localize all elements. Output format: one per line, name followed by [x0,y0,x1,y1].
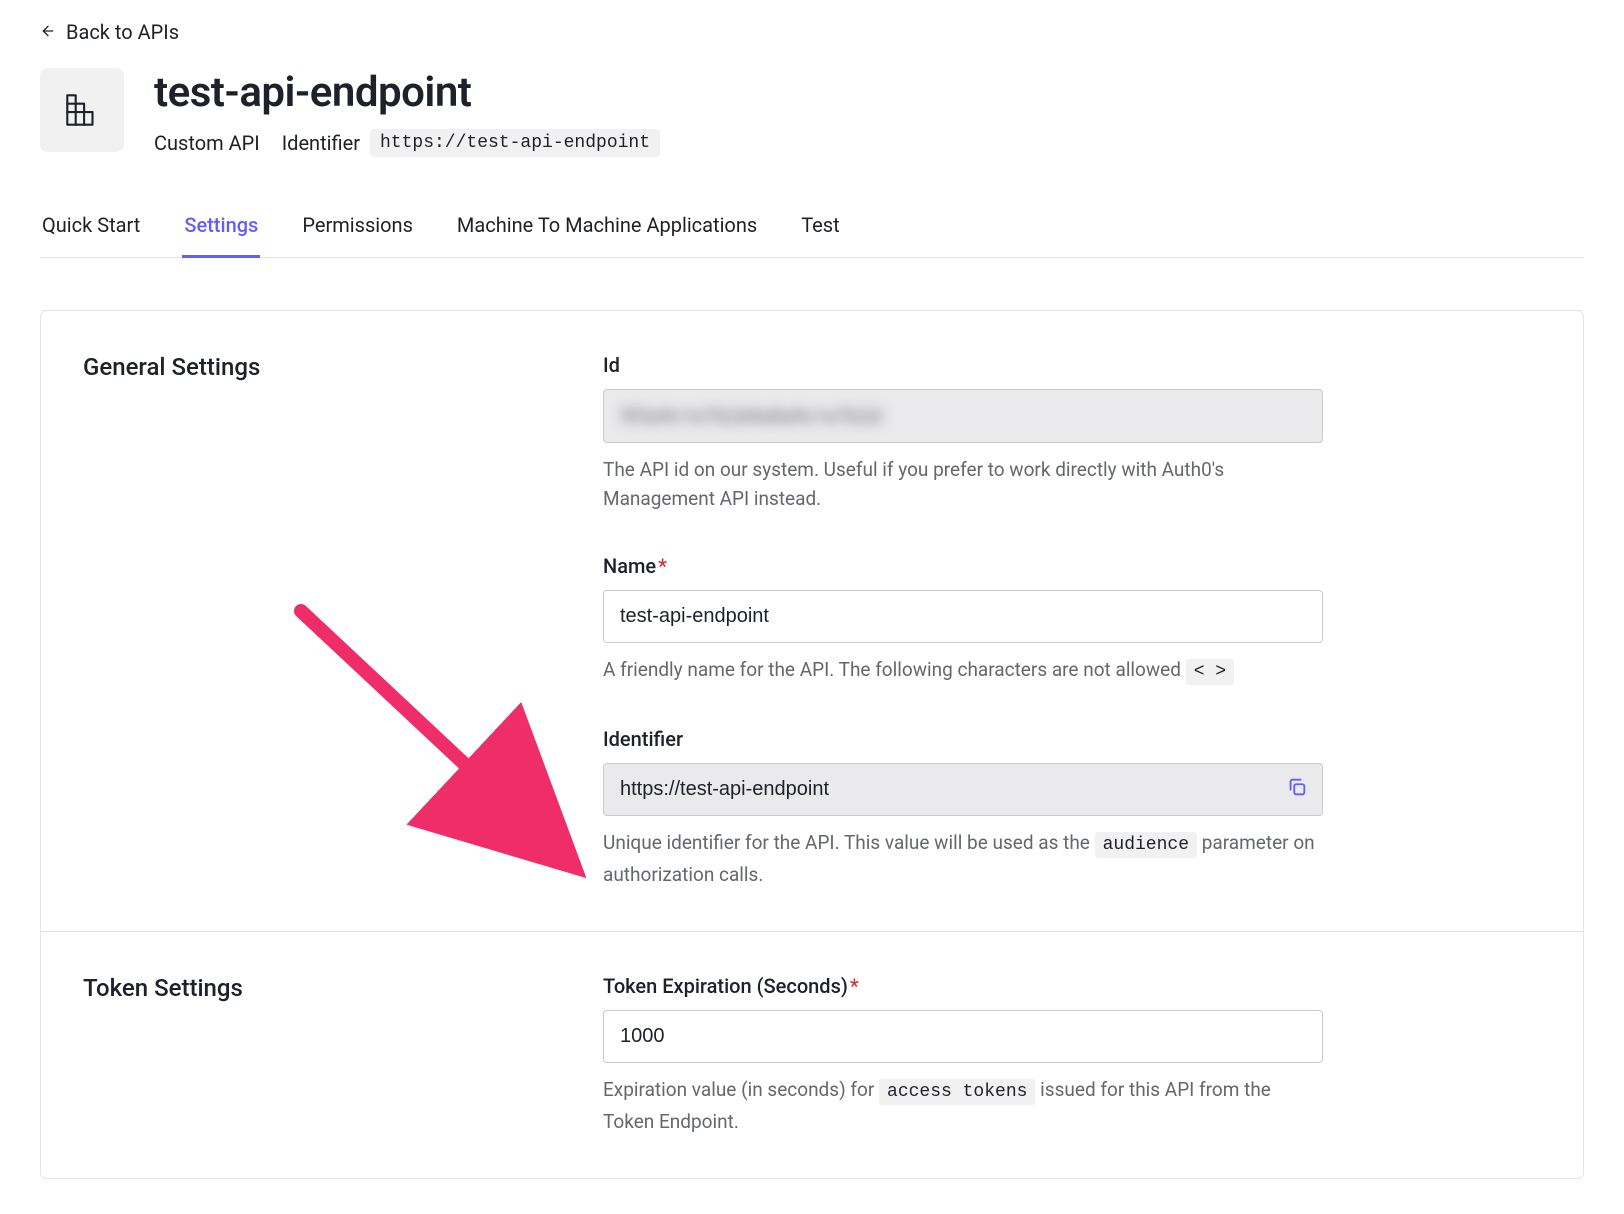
page-header: test-api-endpoint Custom API Identifier … [40,68,1584,157]
required-marker: * [850,974,859,998]
tab-test[interactable]: Test [799,213,841,258]
section-title-token: Token Settings [83,974,563,1136]
tab-permissions[interactable]: Permissions [300,213,415,258]
identifier-value: https://test-api-endpoint [370,129,660,157]
field-token-expiration: Token Expiration (Seconds)* Expiration v… [603,974,1323,1136]
tab-m2m-applications[interactable]: Machine To Machine Applications [455,213,759,258]
help-name: A friendly name for the API. The followi… [603,655,1323,687]
label-token-expiration: Token Expiration (Seconds) [603,974,848,998]
label-identifier: Identifier [603,727,1323,751]
input-identifier [603,763,1323,816]
section-title-general: General Settings [83,353,563,889]
api-type-label: Custom API [154,131,260,155]
back-to-apis-link[interactable]: Back to APIs [40,16,179,62]
api-icon [40,68,124,152]
field-id: Id 5f3a9c1e7b2d4e8a9c1e7b2d The API id o… [603,353,1323,514]
copy-identifier-button[interactable] [1283,775,1311,803]
help-token-expiration: Expiration value (in seconds) for access… [603,1075,1323,1136]
field-identifier: Identifier Unique identifier for the API… [603,727,1323,889]
page-title: test-api-endpoint [154,68,660,117]
identifier-label: Identifier [282,131,360,155]
section-token-settings: Token Settings Token Expiration (Seconds… [41,931,1583,1178]
input-id: 5f3a9c1e7b2d4e8a9c1e7b2d [603,389,1323,443]
input-name[interactable] [603,590,1323,643]
tab-settings[interactable]: Settings [182,213,260,258]
label-id: Id [603,353,1323,377]
back-label: Back to APIs [66,20,179,44]
tab-quick-start[interactable]: Quick Start [40,213,142,258]
settings-card: General Settings Id 5f3a9c1e7b2d4e8a9c1e… [40,310,1584,1179]
section-general-settings: General Settings Id 5f3a9c1e7b2d4e8a9c1e… [41,311,1583,931]
copy-icon [1286,776,1308,802]
field-name: Name* A friendly name for the API. The f… [603,554,1323,687]
arrow-left-icon [40,20,56,44]
required-marker: * [658,554,667,578]
help-id: The API id on our system. Useful if you … [603,455,1323,514]
help-identifier: Unique identifier for the API. This valu… [603,828,1323,889]
input-token-expiration[interactable] [603,1010,1323,1063]
label-name: Name [603,554,656,578]
tabs: Quick Start Settings Permissions Machine… [40,213,1584,258]
